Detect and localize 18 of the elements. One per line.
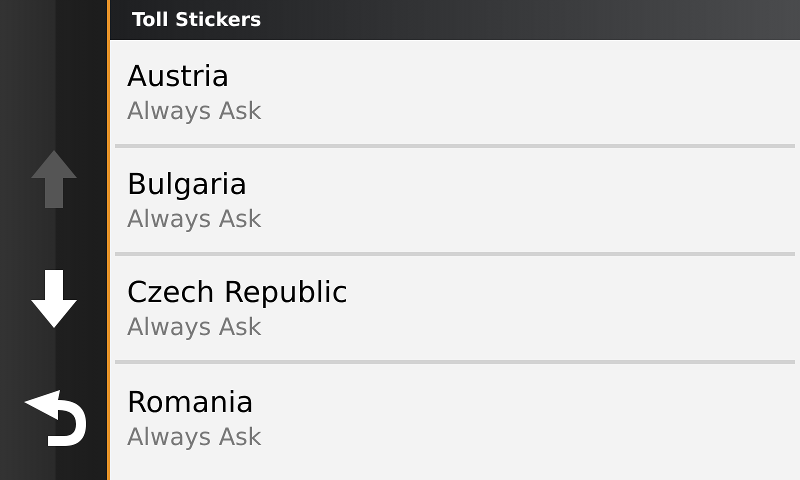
item-name: Bulgaria	[127, 166, 248, 203]
item-value: Always Ask	[127, 96, 263, 127]
list-item[interactable]: Romania Always Ask	[115, 364, 795, 472]
back-button[interactable]	[24, 390, 86, 446]
screen-title: Toll Stickers	[132, 9, 262, 31]
list-item[interactable]: Bulgaria Always Ask	[115, 148, 795, 256]
item-name: Austria	[127, 58, 230, 95]
up-arrow-icon	[31, 150, 77, 208]
item-name: Czech Republic	[127, 274, 349, 311]
down-arrow-icon	[31, 270, 77, 328]
list-item[interactable]: Czech Republic Always Ask	[115, 256, 795, 364]
item-value: Always Ask	[127, 312, 263, 343]
list-item[interactable]: Austria Always Ask	[115, 40, 795, 148]
item-value: Always Ask	[127, 204, 263, 235]
back-arrow-icon	[24, 390, 86, 446]
item-name: Romania	[127, 384, 255, 421]
item-value: Always Ask	[127, 422, 263, 453]
scroll-down-button[interactable]	[31, 270, 77, 328]
